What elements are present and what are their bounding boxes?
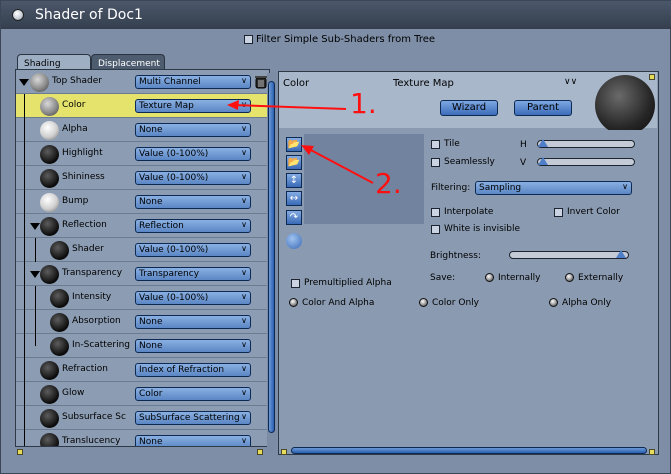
annotation-step-2: 2. bbox=[375, 167, 402, 200]
shader-window: Shader of Doc1 Filter Simple Sub-Shaders… bbox=[0, 0, 671, 474]
annotation-step-1: 1. bbox=[350, 87, 377, 120]
annotation-arrows bbox=[227, 100, 374, 184]
